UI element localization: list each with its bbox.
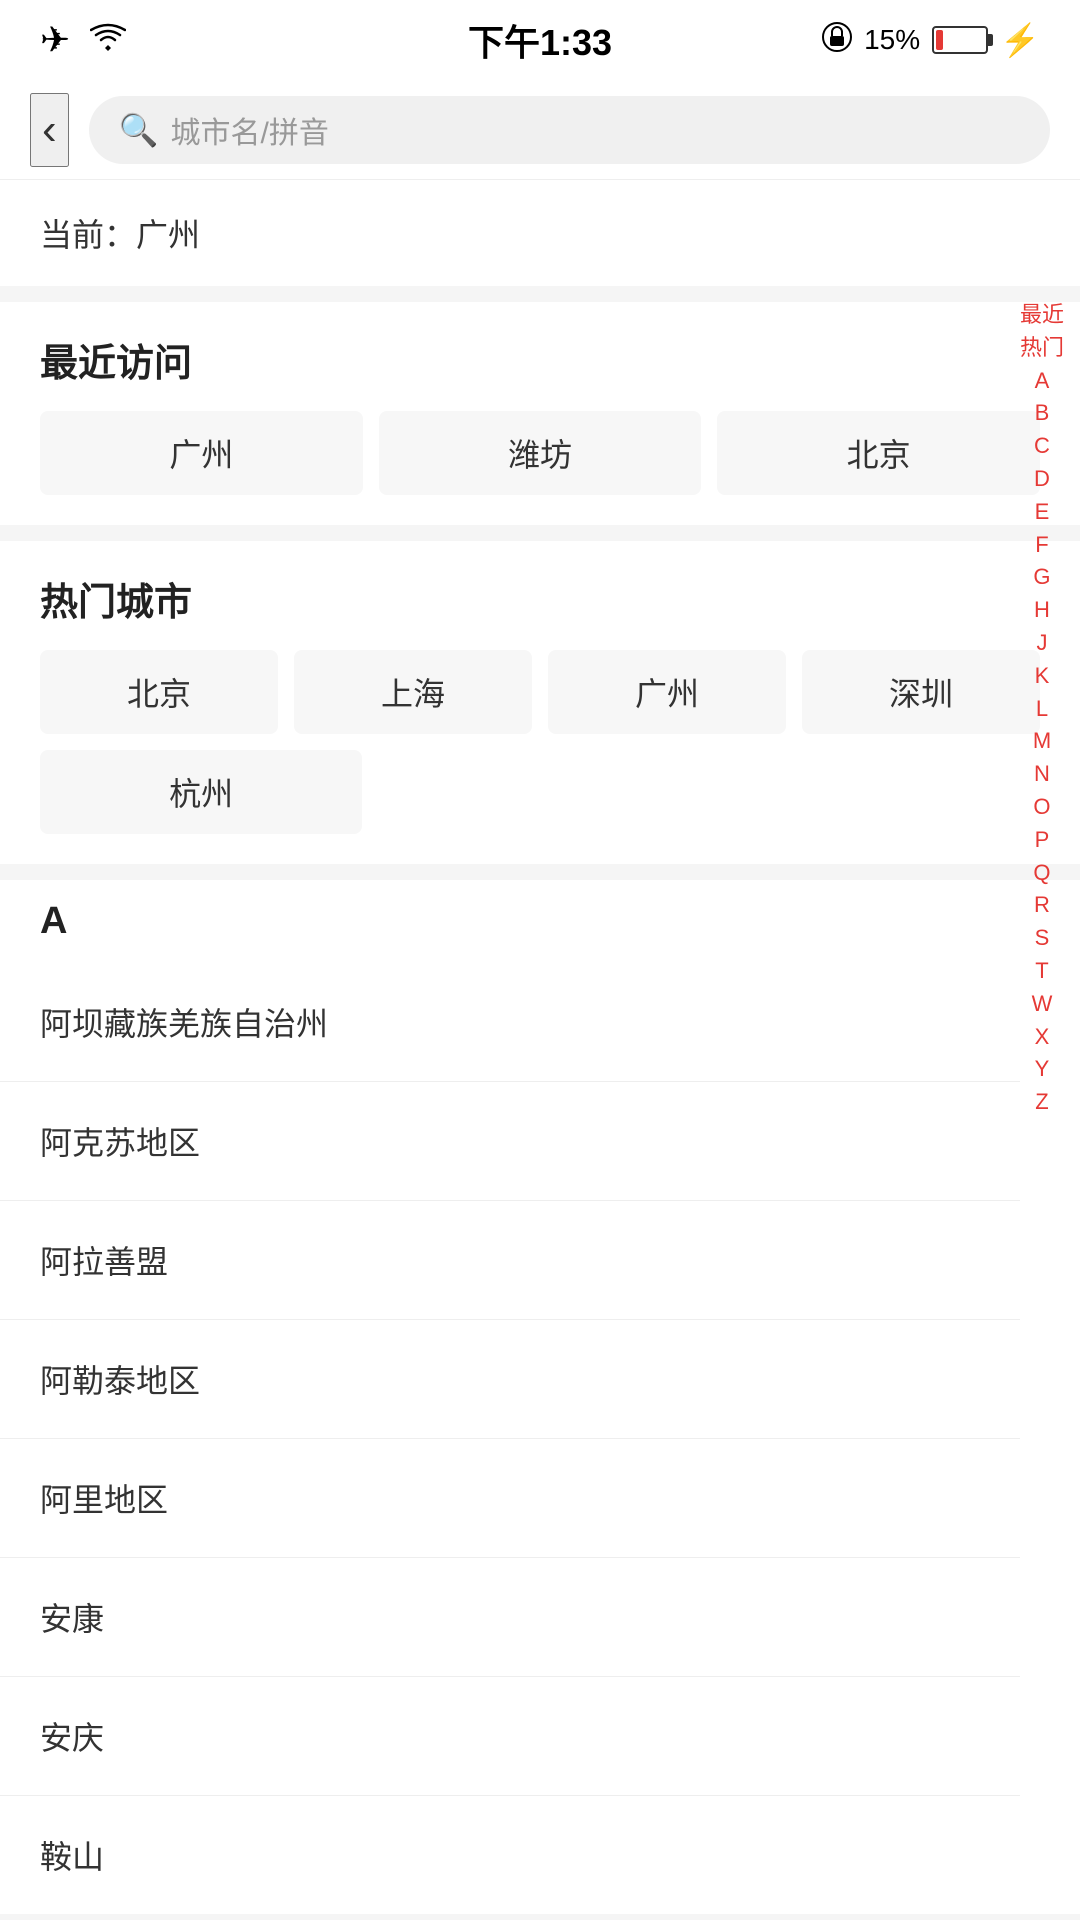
alpha-index-item[interactable]: G: [1027, 562, 1056, 593]
alpha-index-item[interactable]: J: [1030, 628, 1053, 659]
screen-lock-icon: [822, 22, 852, 59]
alpha-index-item[interactable]: E: [1029, 497, 1056, 528]
alpha-index-item[interactable]: Z: [1029, 1087, 1054, 1118]
search-icon: 🔍: [119, 111, 159, 149]
list-item[interactable]: 阿里地区: [0, 1438, 1020, 1557]
battery-fill: [936, 30, 943, 50]
battery-bar: [932, 26, 988, 54]
recent-section: 最近访问 广州潍坊北京: [0, 302, 1080, 525]
hot-section-title: 热门城市: [40, 571, 1040, 626]
alpha-index-item[interactable]: L: [1030, 694, 1054, 725]
alpha-index-item[interactable]: S: [1029, 923, 1056, 954]
wifi-icon: [90, 22, 126, 59]
current-city-label: 当前：广州: [0, 180, 1080, 286]
empty-spacer: [378, 750, 1040, 834]
alpha-index-item[interactable]: 热门: [1014, 333, 1070, 364]
alpha-index-item[interactable]: X: [1029, 1022, 1056, 1053]
list-item[interactable]: 阿坝藏族羌族自治州: [0, 963, 1020, 1081]
alpha-index-item[interactable]: D: [1028, 464, 1056, 495]
search-placeholder-text: 城市名/拼音: [171, 108, 329, 152]
alpha-index-item[interactable]: R: [1028, 890, 1056, 921]
status-bar: ✈ 下午1:33 15% ⚡: [0, 0, 1080, 80]
alpha-index-item[interactable]: H: [1028, 595, 1056, 626]
list-item[interactable]: 阿勒泰地区: [0, 1319, 1020, 1438]
alpha-index-item[interactable]: T: [1029, 956, 1054, 987]
alpha-index-item[interactable]: P: [1029, 825, 1056, 856]
hot-city-btn[interactable]: 杭州: [40, 750, 362, 834]
recent-section-title: 最近访问: [40, 332, 1040, 387]
list-item[interactable]: 安康: [0, 1557, 1020, 1676]
list-item[interactable]: 安庆: [0, 1676, 1020, 1795]
alpha-index-item[interactable]: Q: [1027, 858, 1056, 889]
alpha-section: A 阿坝藏族羌族自治州阿克苏地区阿拉善盟阿勒泰地区阿里地区安康安庆鞍山: [0, 880, 1080, 1914]
alpha-index-item[interactable]: A: [1029, 366, 1056, 397]
search-bar[interactable]: 🔍 城市名/拼音: [89, 96, 1050, 164]
alpha-index-item[interactable]: W: [1026, 989, 1059, 1020]
alpha-index-item[interactable]: 最近: [1014, 300, 1070, 331]
charging-icon: ⚡: [1000, 21, 1040, 59]
alpha-index-item[interactable]: N: [1028, 759, 1056, 790]
hot-city-btn[interactable]: 广州: [548, 650, 786, 734]
list-item[interactable]: 阿拉善盟: [0, 1200, 1020, 1319]
alpha-index-item[interactable]: K: [1029, 661, 1056, 692]
back-button[interactable]: ‹: [30, 93, 69, 167]
alpha-index-item[interactable]: M: [1027, 726, 1057, 757]
alpha-index-item[interactable]: F: [1029, 530, 1054, 561]
alphabet-index: 最近热门ABCDEFGHJKLMNOPQRSTWXYZ: [1014, 300, 1070, 1118]
nav-bar: ‹ 🔍 城市名/拼音: [0, 80, 1080, 180]
alpha-index-item[interactable]: Y: [1029, 1054, 1056, 1085]
recent-city-btn[interactable]: 北京: [717, 411, 1040, 495]
hot-city-btn[interactable]: 北京: [40, 650, 278, 734]
hot-section: 热门城市 北京上海广州深圳杭州: [0, 541, 1080, 864]
alpha-header: A: [0, 880, 1080, 963]
status-right-icons: 15% ⚡: [822, 21, 1040, 59]
city-list: 阿坝藏族羌族自治州阿克苏地区阿拉善盟阿勒泰地区阿里地区安康安庆鞍山: [0, 963, 1080, 1914]
alpha-index-item[interactable]: C: [1028, 431, 1056, 462]
battery-percent: 15%: [864, 24, 920, 56]
alpha-index-item[interactable]: O: [1027, 792, 1056, 823]
list-item[interactable]: 阿克苏地区: [0, 1081, 1020, 1200]
hot-city-grid: 北京上海广州深圳杭州: [40, 650, 1040, 834]
recent-city-btn[interactable]: 广州: [40, 411, 363, 495]
airplane-icon: ✈: [40, 19, 70, 61]
recent-city-grid: 广州潍坊北京: [40, 411, 1040, 495]
recent-city-btn[interactable]: 潍坊: [379, 411, 702, 495]
status-time: 下午1:33: [468, 14, 612, 66]
status-left-icons: ✈: [40, 19, 126, 61]
hot-city-btn[interactable]: 深圳: [802, 650, 1040, 734]
hot-city-btn[interactable]: 上海: [294, 650, 532, 734]
list-item[interactable]: 鞍山: [0, 1795, 1020, 1914]
alpha-index-item[interactable]: B: [1029, 398, 1056, 429]
